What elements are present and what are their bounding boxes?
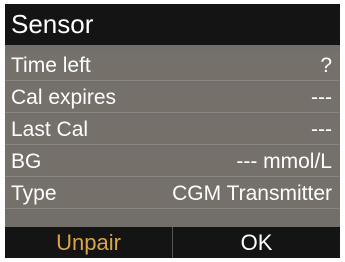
cal-expires-label: Cal expires bbox=[11, 86, 117, 109]
bg-value: --- mmol/L bbox=[236, 150, 332, 173]
type-value: CGM Transmitter bbox=[172, 182, 332, 205]
last-cal-label: Last Cal bbox=[11, 118, 89, 141]
ok-button[interactable]: OK bbox=[173, 227, 340, 258]
bg-label: BG bbox=[11, 150, 42, 173]
row-last-cal: Last Cal --- bbox=[5, 115, 340, 145]
last-cal-value: --- bbox=[311, 118, 332, 141]
cal-expires-value: --- bbox=[311, 86, 332, 109]
row-type: Type CGM Transmitter bbox=[5, 179, 340, 209]
time-left-label: Time left bbox=[11, 54, 91, 77]
time-left-value: ? bbox=[320, 54, 332, 77]
sensor-info-list: Time left ? Cal expires --- Last Cal ---… bbox=[5, 51, 340, 211]
row-cal-expires: Cal expires --- bbox=[5, 83, 340, 113]
unpair-button[interactable]: Unpair bbox=[5, 227, 172, 258]
screen-title: Sensor bbox=[5, 4, 340, 45]
type-label: Type bbox=[11, 182, 57, 205]
row-time-left: Time left ? bbox=[5, 51, 340, 81]
row-bg: BG --- mmol/L bbox=[5, 147, 340, 177]
softkey-bar: Unpair OK bbox=[5, 227, 340, 258]
sensor-screen: Sensor Time left ? Cal expires --- Last … bbox=[5, 4, 340, 258]
